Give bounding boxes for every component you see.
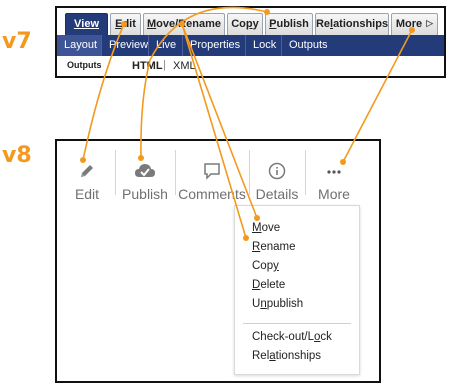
subtab-layout[interactable]: Layout <box>57 35 102 56</box>
publish-button[interactable]: Publish <box>115 146 175 208</box>
more-button[interactable]: More <box>305 146 363 208</box>
tab-edit[interactable]: Edit <box>110 13 141 35</box>
v8-toolbar-panel: Edit Publish Comments Details More Move … <box>55 139 381 383</box>
menu-item-delete[interactable]: Delete <box>252 279 285 291</box>
output-html-link[interactable]: HTML <box>132 60 163 72</box>
publish-label: Publish <box>122 186 168 202</box>
more-label: More <box>318 186 350 202</box>
details-button[interactable]: Details <box>249 146 305 208</box>
v7-label: v7 <box>2 29 32 54</box>
v7-ribbon: View Edit Move/Rename Co p y Publish Re l at… <box>55 6 446 78</box>
more-dropdown-menu: Move Rename Copy Delete Unpublish Check-… <box>234 205 360 375</box>
subtab-properties[interactable]: Properties <box>183 35 246 56</box>
tab-move-rename[interactable]: Move/Rename <box>143 13 225 35</box>
edit-label: Edit <box>74 186 100 202</box>
pencil-icon <box>78 158 96 184</box>
comment-icon <box>203 158 221 184</box>
tab-publish[interactable]: Publish <box>265 13 313 35</box>
tab-more[interactable]: More ▷ <box>391 13 438 35</box>
info-icon <box>268 158 286 184</box>
menu-item-rename[interactable]: Rename <box>252 241 295 253</box>
tab-copy[interactable]: Co p y <box>227 13 263 35</box>
output-xml-link[interactable]: XML <box>173 60 196 72</box>
menu-item-copy[interactable]: Copy <box>252 260 279 272</box>
subtab-live[interactable]: Live <box>149 35 183 56</box>
v7-outputs-row: Outputs HTML | XML <box>57 56 444 76</box>
comments-label: Comments <box>178 186 246 202</box>
subtab-lock[interactable]: Lock <box>246 35 282 56</box>
more-arrow-icon: ▷ <box>426 18 434 28</box>
v7-tab-row: View Edit Move/Rename Co p y Publish Re l at… <box>57 8 444 37</box>
menu-item-relationships[interactable]: Relationships <box>252 350 321 362</box>
subtab-outputs[interactable]: Outputs <box>282 35 334 56</box>
comparison-diagram: v7 v8 View Edit Move/Rename Co p y Publish… <box>0 0 450 386</box>
edit-button[interactable]: Edit <box>59 146 115 208</box>
menu-item-check-out-lock[interactable]: Check-out/Lock <box>252 331 332 343</box>
menu-divider <box>243 323 351 324</box>
details-label: Details <box>255 186 299 202</box>
outputs-label: Outputs <box>67 60 102 70</box>
tab-relationships[interactable]: Re l ationships <box>315 13 389 35</box>
v8-label: v8 <box>2 143 32 168</box>
output-separator: | <box>163 59 166 71</box>
tab-view[interactable]: View <box>65 13 108 35</box>
more-dots-icon <box>325 158 343 184</box>
menu-item-move[interactable]: Move <box>252 222 280 234</box>
v7-subtab-row: Layout Preview Live Properties Lock Outp… <box>57 35 444 56</box>
menu-item-unpublish[interactable]: Unpublish <box>252 298 303 310</box>
cloud-check-icon <box>134 158 156 184</box>
subtab-preview[interactable]: Preview <box>102 35 149 56</box>
comments-button[interactable]: Comments <box>175 146 249 208</box>
